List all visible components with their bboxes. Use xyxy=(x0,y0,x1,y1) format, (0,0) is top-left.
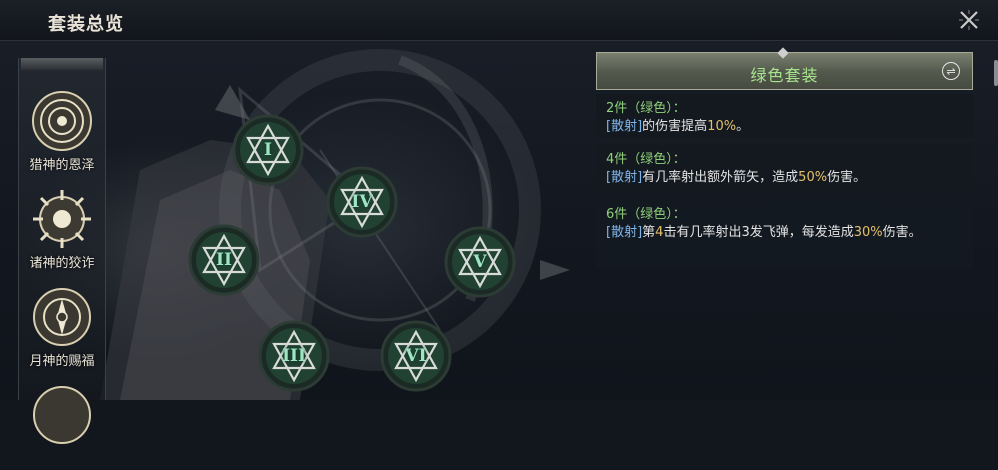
slot-numeral: VI xyxy=(405,346,427,366)
bonus-count: 2件（绿色）： xyxy=(606,101,686,116)
bonus-count: 4件（绿色）： xyxy=(606,152,686,167)
bonus-description: [散射]第4击有几率射出3发飞弹，每发造成30%伤害。 xyxy=(606,225,922,240)
slot-I[interactable]: I xyxy=(232,114,304,186)
close-icon xyxy=(959,10,979,30)
set-sidebar: 猎神的恩泽 诸神的狡诈 月神的赐福 xyxy=(18,58,106,444)
moon-emblem-icon xyxy=(33,288,91,346)
swap-icon: ⇌ xyxy=(946,64,956,78)
slot-II[interactable]: II xyxy=(188,224,260,296)
sidebar-item-label: 月神的赐福 xyxy=(29,354,95,369)
bonus-value: 30% xyxy=(853,225,883,240)
slot-IV[interactable]: IV xyxy=(326,166,398,238)
slot-III[interactable]: III xyxy=(258,320,330,392)
sidebar-item-label: 诸神的狡诈 xyxy=(29,256,95,271)
window-title: 套装总览 xyxy=(48,14,124,35)
slot-V[interactable]: V xyxy=(444,226,516,298)
set-title: 绿色套装 xyxy=(750,66,819,85)
sidebar-item-gods-deceit[interactable]: 诸神的狡诈 xyxy=(19,188,105,274)
bonus-keyword: [散射] xyxy=(606,170,643,185)
emblem-icon xyxy=(33,386,91,444)
bonus-value: 50% xyxy=(798,170,828,185)
close-button[interactable] xyxy=(956,7,982,33)
slot-numeral: III xyxy=(282,346,306,366)
set-header: 绿色套装 ⇌ xyxy=(596,47,973,90)
sidebar-item-label: 猎神的恩泽 xyxy=(29,158,95,173)
swap-set-button[interactable]: ⇌ xyxy=(942,62,960,80)
bonus-keyword: [散射] xyxy=(606,119,643,134)
sun-emblem-icon xyxy=(33,190,91,248)
bonus-4-piece: 4件（绿色）： [散射]有几率射出额外箭矢，造成50%伤害。 xyxy=(596,145,973,193)
slot-numeral: IV xyxy=(351,192,373,212)
sidebar-item-moon-blessing[interactable]: 月神的赐福 xyxy=(19,286,105,372)
bonus-count: 6件（绿色）： xyxy=(606,207,686,222)
bonus-description: [散射]的伤害提高10%。 xyxy=(606,119,750,134)
bonus-description: [散射]有几率射出额外箭矢，造成50%伤害。 xyxy=(606,170,867,185)
title-bar: 套装总览 xyxy=(0,0,998,41)
sidebar-item-4[interactable] xyxy=(19,384,105,470)
slot-numeral: II xyxy=(216,250,232,270)
scrollbar[interactable] xyxy=(994,60,998,86)
slot-numeral: I xyxy=(264,140,272,160)
bonus-keyword: [散射] xyxy=(606,225,643,240)
bonus-value: 10% xyxy=(707,119,737,134)
set-slot-emblem: I IV II V III VI xyxy=(160,70,580,400)
sidebar-item-hunter-grace[interactable]: 猎神的恩泽 xyxy=(19,90,105,176)
slot-numeral: V xyxy=(473,252,487,272)
bonus-6-piece: 6件（绿色）： [散射]第4击有几率射出3发飞弹，每发造成30%伤害。 xyxy=(596,200,973,268)
bonus-2-piece: 2件（绿色）： [散射]的伤害提高10%。 xyxy=(596,94,973,138)
spiral-emblem-icon xyxy=(32,91,92,151)
slot-VI[interactable]: VI xyxy=(380,320,452,392)
